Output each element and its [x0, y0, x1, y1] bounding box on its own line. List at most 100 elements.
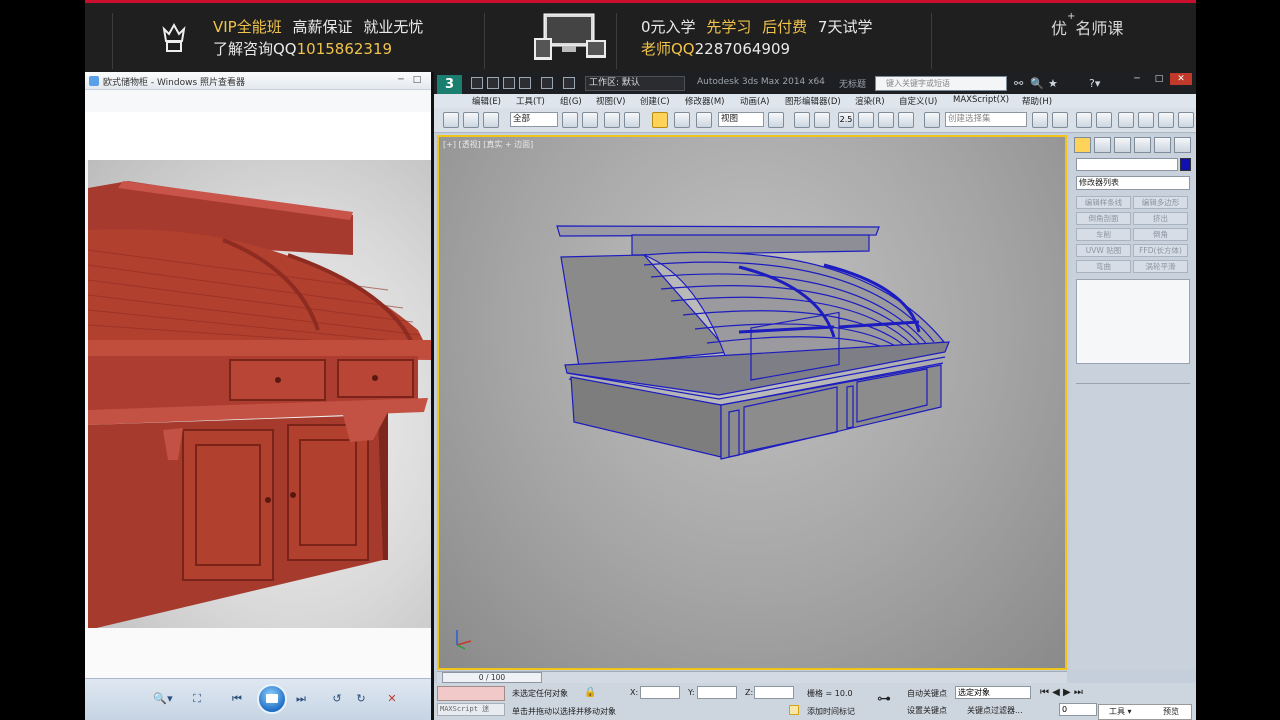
select-manipulate-icon[interactable] — [794, 112, 810, 128]
spinner-snap-icon[interactable] — [898, 112, 914, 128]
help-search-input[interactable]: 键入关键字或短语 — [875, 76, 1007, 91]
favorites-icon[interactable]: ★ — [1048, 77, 1058, 90]
layer-manager-icon[interactable] — [1076, 112, 1092, 128]
help-icon[interactable]: ?▾ — [1089, 77, 1100, 90]
z-coordinate-field[interactable] — [754, 686, 794, 699]
playback-controls-icon[interactable]: ⏮ ◀ ▶ ⏭ — [1040, 687, 1083, 698]
selection-filter-dropdown[interactable]: 全部 — [510, 112, 558, 127]
modify-tab-icon[interactable] — [1094, 137, 1111, 153]
unlink-icon[interactable] — [463, 112, 479, 128]
menu-modifiers[interactable]: 修改器(M) — [685, 95, 724, 107]
window-crossing-icon[interactable] — [624, 112, 640, 128]
next-icon[interactable]: ⏭ — [293, 691, 309, 707]
slideshow-button[interactable] — [257, 684, 287, 714]
hierarchy-tab-icon[interactable] — [1114, 137, 1131, 153]
x-coordinate-field[interactable] — [640, 686, 680, 699]
rotate-left-icon[interactable]: ↺ — [329, 691, 345, 707]
material-editor-icon[interactable] — [1138, 112, 1154, 128]
menu-group[interactable]: 组(G) — [560, 95, 582, 107]
modifier-button[interactable]: 涡轮平滑 — [1133, 260, 1188, 273]
save-file-icon[interactable] — [503, 77, 515, 89]
modifier-list-dropdown[interactable]: 修改器列表 — [1076, 176, 1190, 190]
max-minimize-button[interactable]: ─ — [1126, 73, 1148, 85]
move-icon[interactable] — [652, 112, 668, 128]
search-icon[interactable]: 🔍 — [1030, 77, 1044, 90]
preview-button[interactable]: 预览 — [1163, 705, 1179, 719]
timeline[interactable]: 0 / 100 — [437, 671, 1067, 683]
menu-graph-editors[interactable]: 图形编辑器(D) — [785, 95, 841, 107]
maxscript-listener[interactable] — [437, 686, 505, 701]
previous-icon[interactable]: ⏮ — [229, 691, 245, 707]
time-tag-icon[interactable] — [789, 705, 799, 715]
modifier-button[interactable]: 车削 — [1076, 228, 1131, 241]
object-name-field[interactable] — [1076, 158, 1178, 171]
named-selection-dropdown[interactable]: 创建选择集 — [945, 112, 1027, 127]
current-frame-field[interactable]: 0 — [1059, 703, 1097, 716]
redo-icon[interactable] — [541, 77, 553, 89]
max-maximize-button[interactable]: □ — [1148, 73, 1170, 85]
mirror-icon[interactable] — [1032, 112, 1048, 128]
utilities-tab-icon[interactable] — [1174, 137, 1191, 153]
menu-help[interactable]: 帮助(H) — [1022, 95, 1052, 107]
infocenter-icon[interactable]: ⚯ — [1014, 77, 1023, 90]
object-color-swatch[interactable] — [1180, 158, 1191, 171]
edit-named-sel-icon[interactable] — [924, 112, 940, 128]
modifier-stack[interactable] — [1076, 279, 1190, 364]
select-by-name-icon[interactable] — [582, 112, 598, 128]
percent-snap-icon[interactable] — [878, 112, 894, 128]
modifier-button[interactable]: 倒角剖面 — [1076, 212, 1131, 225]
fit-window-icon[interactable]: ⛶ — [189, 691, 205, 707]
keyboard-shortcut-icon[interactable] — [814, 112, 830, 128]
render-setup-icon[interactable] — [1158, 112, 1174, 128]
open-file-icon[interactable] — [487, 77, 499, 89]
modifier-button[interactable]: FFD(长方体) — [1133, 244, 1188, 257]
maxscript-mini-label[interactable]: MAXScript 迷 — [437, 703, 505, 716]
add-time-tag[interactable]: 添加时间标记 — [807, 706, 855, 717]
modifier-button[interactable]: 编辑多边形 — [1133, 196, 1188, 209]
viewer-maximize-button[interactable]: □ — [409, 74, 425, 86]
display-tab-icon[interactable] — [1154, 137, 1171, 153]
graphite-ribbon-icon[interactable] — [1096, 112, 1112, 128]
undo-icon[interactable] — [519, 77, 531, 89]
perspective-viewport[interactable]: [+] [透视] [真实 + 边面] — [437, 135, 1067, 670]
select-object-icon[interactable] — [562, 112, 578, 128]
pivot-center-icon[interactable] — [768, 112, 784, 128]
menu-customize[interactable]: 自定义(U) — [899, 95, 937, 107]
delete-icon[interactable]: ✕ — [384, 691, 400, 707]
curve-editor-icon[interactable] — [1118, 112, 1134, 128]
menu-edit[interactable]: 编辑(E) — [472, 95, 501, 107]
workspace-dropdown[interactable]: 工作区: 默认 — [585, 76, 685, 91]
menu-tools[interactable]: 工具(T) — [516, 95, 545, 107]
menu-rendering[interactable]: 渲染(R) — [855, 95, 885, 107]
modifier-button[interactable]: 倒角 — [1133, 228, 1188, 241]
motion-tab-icon[interactable] — [1134, 137, 1151, 153]
set-key-button[interactable]: 设置关键点 — [907, 705, 947, 716]
modifier-button[interactable]: 弯曲 — [1076, 260, 1131, 273]
viewer-minimize-button[interactable]: ─ — [393, 74, 409, 86]
modifier-button[interactable]: 挤出 — [1133, 212, 1188, 225]
key-filters-button[interactable]: 关键点过滤器... — [967, 705, 1023, 716]
key-filter-selection[interactable]: 选定对象 — [955, 686, 1031, 699]
new-file-icon[interactable] — [471, 77, 483, 89]
rotate-icon[interactable] — [674, 112, 690, 128]
key-icon[interactable]: ⊶ — [877, 691, 891, 707]
project-folder-icon[interactable] — [563, 77, 575, 89]
time-slider[interactable]: 0 / 100 — [442, 672, 542, 683]
align-icon[interactable] — [1052, 112, 1068, 128]
max-app-button[interactable]: 3 — [437, 75, 462, 94]
render-icon[interactable] — [1178, 112, 1194, 128]
zoom-icon[interactable]: 🔍▾ — [151, 691, 175, 707]
y-coordinate-field[interactable] — [697, 686, 737, 699]
viewport-label[interactable]: [+] [透视] [真实 + 边面] — [443, 139, 533, 150]
create-tab-icon[interactable] — [1074, 137, 1091, 153]
lock-selection-icon[interactable]: 🔒 — [584, 687, 596, 698]
max-close-button[interactable]: ✕ — [1170, 73, 1192, 85]
menu-create[interactable]: 创建(C) — [640, 95, 670, 107]
snaps-toggle-icon[interactable]: 2.5 — [838, 112, 854, 128]
scale-icon[interactable] — [696, 112, 712, 128]
rotate-right-icon[interactable]: ↻ — [353, 691, 369, 707]
modifier-button[interactable]: 编辑样条线 — [1076, 196, 1131, 209]
modifier-button[interactable]: UVW 贴图 — [1076, 244, 1131, 257]
menu-animation[interactable]: 动画(A) — [740, 95, 769, 107]
tools-menu[interactable]: 工具 ▾ — [1109, 705, 1132, 719]
